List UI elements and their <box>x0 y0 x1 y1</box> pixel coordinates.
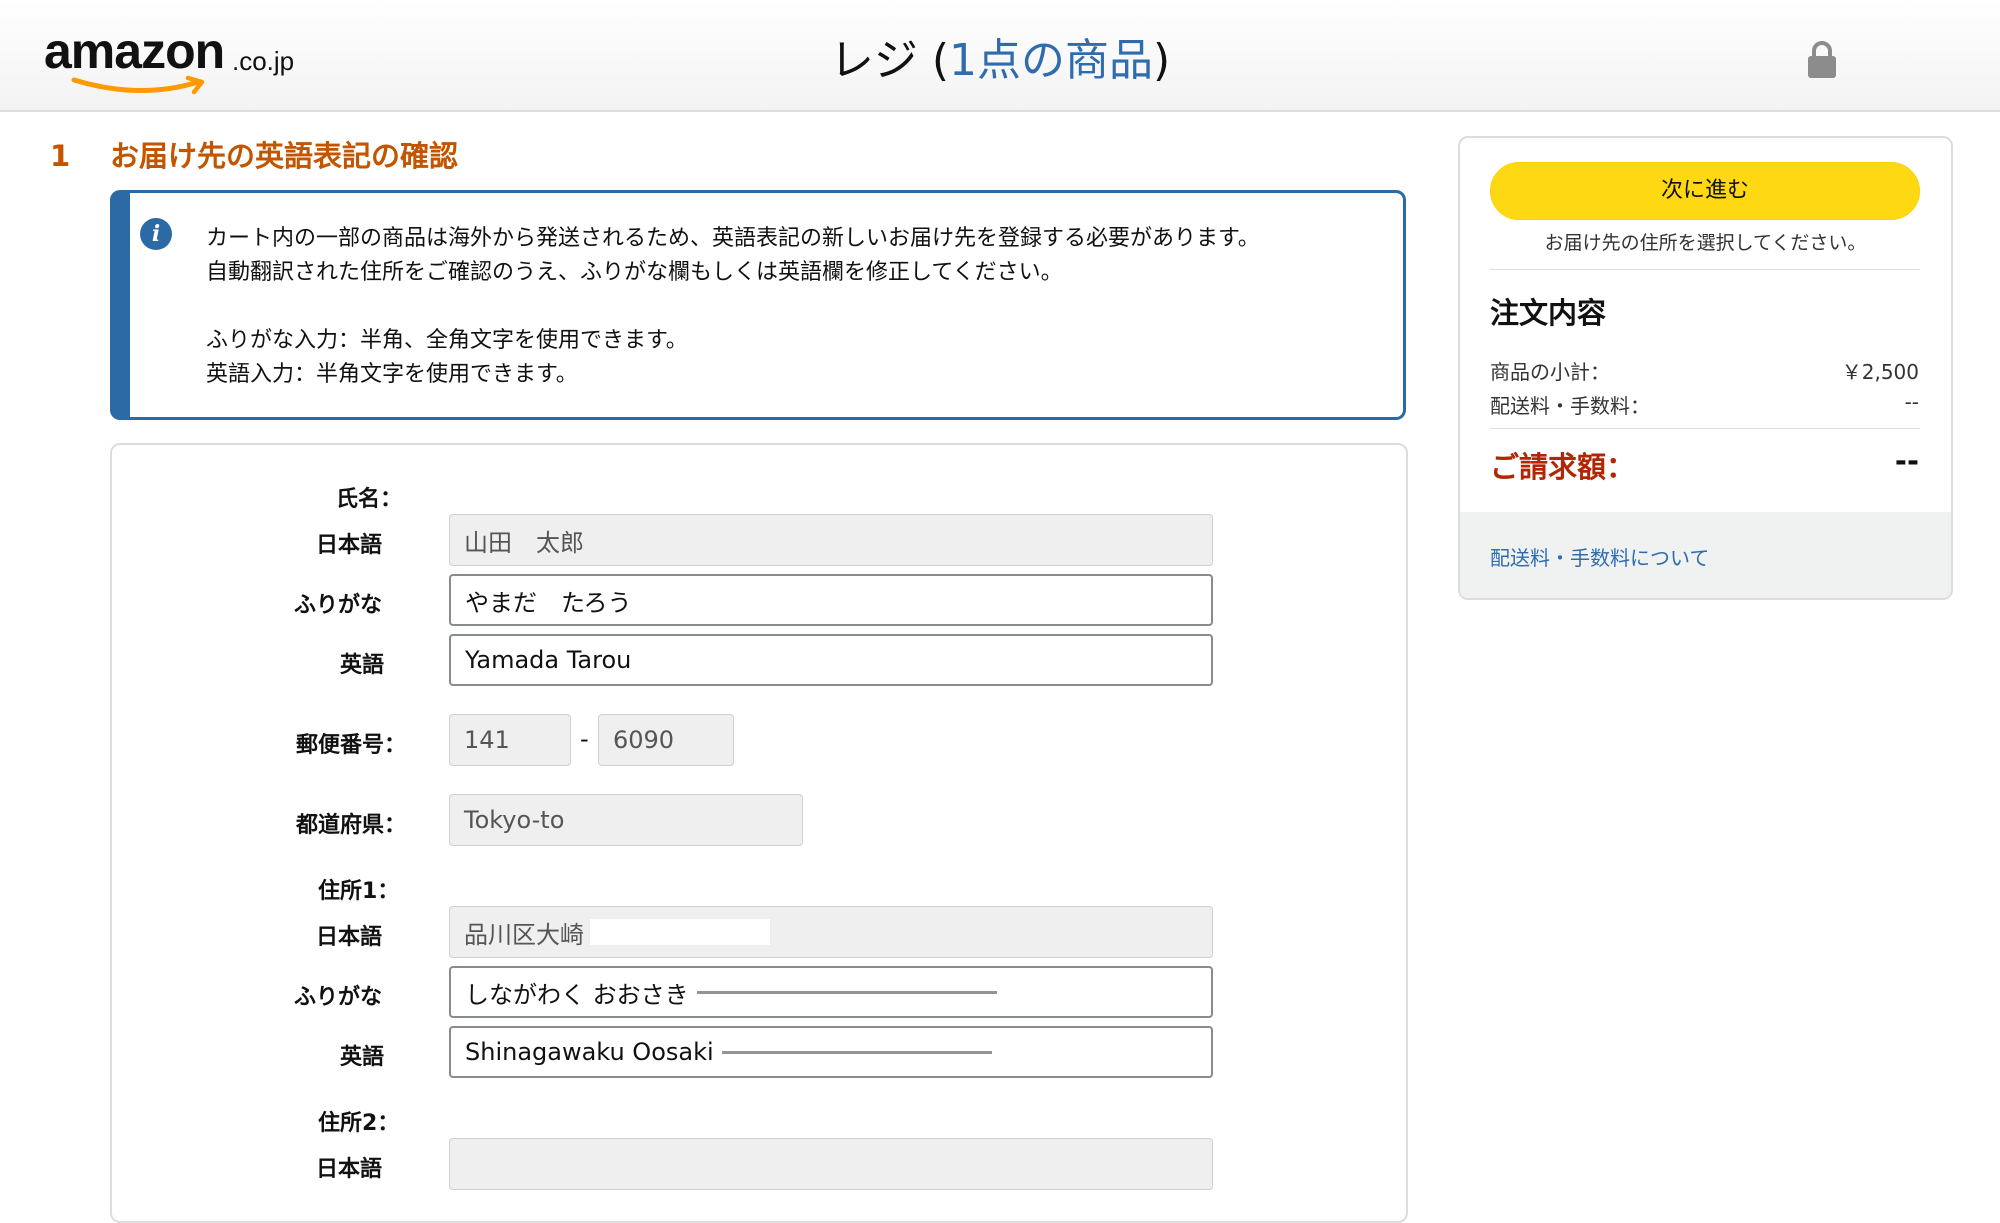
address1-kana-value: しながわく おおさき <box>465 980 689 1009</box>
redacted-scribble <box>696 990 997 994</box>
postal-code-part1-field: 141 <box>449 714 571 766</box>
step-heading: 1 お届け先の英語表記の確認 <box>50 133 458 175</box>
checkout-header: amazon .co.jp レジ (1点の商品) <box>0 0 2000 112</box>
address2-section-label: 住所2： <box>318 1111 400 1136</box>
name-section-label: 氏名： <box>336 487 403 512</box>
next-note: お届け先の住所を選択してください。 <box>1544 232 1867 254</box>
subtotal-label: 商品の小計： <box>1490 360 1610 384</box>
postal-code-label: 郵便番号： <box>296 733 407 758</box>
prefecture-field: Tokyo-to <box>449 794 803 846</box>
step-title: お届け先の英語表記の確認 <box>110 139 459 173</box>
address1-ja-value: 品川区大崎 <box>464 920 584 949</box>
name-en-label: 英語 <box>340 653 385 678</box>
order-summary-panel: 次に進む お届け先の住所を選択してください。 注文内容 商品の小計： ￥2,50… <box>1458 136 1953 600</box>
address1-ja-field: 品川区大崎 <box>449 906 1213 958</box>
summary-footer: 配送料・手数料について <box>1460 512 1951 598</box>
address1-ja-label: 日本語 <box>316 925 383 950</box>
info-icon: i <box>140 218 172 250</box>
address1-en-label: 英語 <box>340 1045 385 1070</box>
shipping-fee-info-link[interactable]: 配送料・手数料について <box>1490 542 1709 571</box>
name-ja-label: 日本語 <box>316 533 383 558</box>
address1-kana-label: ふりがな <box>294 985 383 1010</box>
lock-icon <box>1808 41 1836 78</box>
name-kana-input[interactable]: やまだ たろう <box>449 574 1213 626</box>
address1-kana-input[interactable]: しながわく おおさき <box>449 966 1213 1018</box>
address2-ja-label: 日本語 <box>316 1157 383 1182</box>
divider <box>1490 428 1920 429</box>
address1-en-input[interactable]: Shinagawaku Oosaki <box>449 1026 1213 1078</box>
item-count-link[interactable]: 1点の商品 <box>949 35 1153 86</box>
step-number: 1 <box>50 139 71 173</box>
page-title-close: ) <box>1152 35 1171 86</box>
name-kana-label: ふりがな <box>294 593 383 618</box>
info-text-line-1: カート内の一部の商品は海外から発送されるため、英語表記の新しいお届け先を登録する… <box>206 226 1260 251</box>
next-button[interactable]: 次に進む <box>1490 162 1920 220</box>
address1-section-label: 住所1： <box>318 879 400 904</box>
address1-en-value: Shinagawaku Oosaki <box>465 1038 714 1066</box>
address2-ja-field <box>449 1138 1213 1190</box>
total-label: ご請求額： <box>1490 450 1636 484</box>
postal-code-part2-field: 6090 <box>598 714 734 766</box>
redacted-block <box>590 919 770 945</box>
order-summary-title: 注文内容 <box>1490 296 1607 330</box>
info-text-line-2: 自動翻訳された住所をご確認のうえ、ふりがな欄もしくは英語欄を修正してください。 <box>206 260 1063 285</box>
name-en-input[interactable]: Yamada Tarou <box>449 634 1213 686</box>
shipping-label: 配送料・手数料： <box>1490 394 1650 418</box>
info-text-line-3: ふりがな入力：半角、全角文字を使用できます。 <box>206 328 688 353</box>
subtotal-value: ￥2,500 <box>1841 360 1919 384</box>
divider <box>1490 269 1920 270</box>
postal-code-separator: - <box>580 725 589 753</box>
info-text-line-4: 英語入力：半角文字を使用できます。 <box>206 362 578 387</box>
redacted-scribble <box>721 1050 992 1054</box>
prefecture-label: 都道府県： <box>296 813 407 838</box>
name-ja-field: 山田 太郎 <box>449 514 1213 566</box>
total-value: -- <box>1894 444 1919 478</box>
page-title: レジ (1点の商品) <box>0 24 2000 88</box>
shipping-value: -- <box>1904 390 1919 414</box>
page-title-main: レジ ( <box>829 35 949 86</box>
